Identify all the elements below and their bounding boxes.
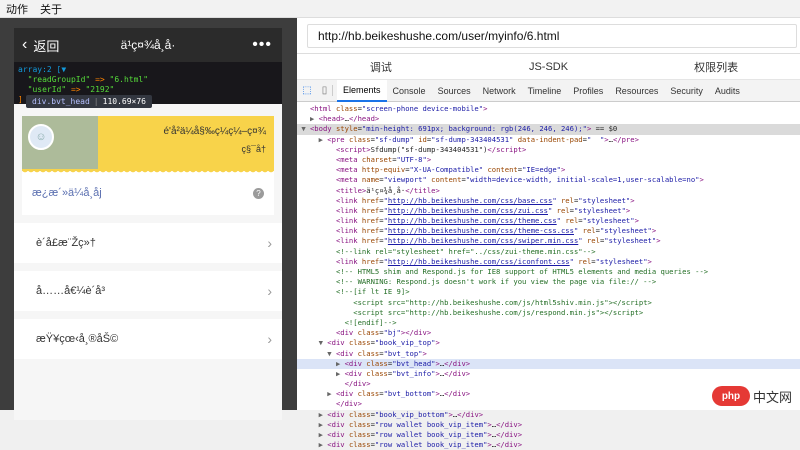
dom-node-line[interactable]: <!-- HTML5 shim and Respond.js for IE8 s… [297,267,800,277]
dom-node-line[interactable]: <!-- WARNING: Respond.js doesn't work if… [297,277,800,287]
dom-node-line[interactable]: <link href="http://hb.beikeshushe.com/cs… [297,206,800,216]
list-item[interactable]: æŸ¥çœ‹å¸®åŠ© › [14,319,282,359]
tab-permissions[interactable]: 权限列表 [632,59,800,75]
tab-elements[interactable]: Elements [337,79,387,102]
dom-node-line[interactable]: <script src="http://hb.beikeshushe.com/j… [297,298,800,308]
dom-node-line[interactable]: <link href="http://hb.beikeshushe.com/cs… [297,196,800,206]
tab-security[interactable]: Security [664,80,709,102]
tab-audits[interactable]: Audits [709,80,746,102]
tooltip-size: 110.69×76 [102,97,146,106]
top-tabs: 调试 JS-SDK 权限列表 [297,54,800,80]
chevron-left-icon: ‹ [22,36,28,53]
dom-node-line[interactable]: <meta charset="UTF-8"> [297,155,800,165]
tab-sources[interactable]: Sources [432,80,477,102]
dom-node-line[interactable]: <html class="screen-phone device-mobile"… [297,104,800,114]
dom-node-line[interactable]: <link href="http://hb.beikeshushe.com/cs… [297,216,800,226]
tooltip-separator: | [93,97,99,106]
dom-node-line[interactable]: ▶ <pre class="sf-dump" id="sf-dump-34340… [297,135,800,145]
dom-node-line[interactable]: <link href="http://hb.beikeshushe.com/cs… [297,236,800,246]
dump-close: ] [18,95,23,104]
menu-bar: 动作 关于 [0,0,800,18]
tab-resources[interactable]: Resources [609,80,664,102]
dom-node-line[interactable]: ▶ <div class="bvt_head">…</div> [297,358,800,369]
element-inspect-tooltip: div.bvt_head | 110.69×76 [26,95,152,108]
back-button[interactable]: ‹ 返回 [14,36,59,55]
dom-node-line[interactable]: ▼ <div class="book_vip_top"> [297,338,800,348]
tab-js-sdk[interactable]: JS-SDK [465,61,633,73]
tab-debug[interactable]: 调试 [297,59,465,75]
list-item[interactable]: è´å£æ¨Žç»† › [14,223,282,263]
tab-timeline[interactable]: Timeline [522,80,568,102]
url-bar: http://hb.beikeshushe.com/user/myinfo/6.… [297,18,800,54]
dom-node-line[interactable]: <meta http-equiv="X-UA-Compatible" conte… [297,165,800,175]
phone-screen: ‹ 返回 ä¹ç¤¾å¸å· ••• array:2 [▼ "readGroup… [14,28,282,420]
dom-node-line[interactable]: <!--link rel="stylesheet" href="../css/z… [297,247,800,257]
dom-node-line[interactable]: ▶ <div class="row wallet book_vip_item">… [297,430,800,440]
dom-node-line[interactable]: ▶ <div class="book_vip_bottom">…</div> [297,410,800,420]
menu-item-about[interactable]: 关于 [34,1,68,17]
phone-simulator-area: ‹ 返回 ä¹ç¤¾å¸å· ••• array:2 [▼ "readGroup… [0,18,297,420]
tooltip-tag: div.bvt_head [32,97,90,106]
vip-activate-row[interactable]: æ¿æ´»ä¼å¸åj ? [22,171,274,215]
dom-node-line[interactable]: ▶ <div class="bvt_info">…</div> [297,369,800,379]
browser-panel: http://hb.beikeshushe.com/user/myinfo/6.… [297,18,800,449]
tab-console[interactable]: Console [387,80,432,102]
watermark: php 中文网 [711,386,792,406]
wave-divider [22,169,274,175]
chevron-right-icon: › [267,235,272,251]
list-item[interactable]: å……å€¼è´å³ › [14,271,282,311]
dump-key-1: "readGroupId" [27,75,91,84]
list-item-label: è´å£æ¨Žç»† [36,237,96,249]
dump-val-1: "6.html" [109,75,149,84]
vip-info-title: é'å²ä¼å§‰ç¼ç¼–ç¤¾ [163,126,266,137]
dom-node-line[interactable]: ▼ <body style="min-height: 691px; backgr… [297,124,800,135]
watermark-text: 中文网 [752,389,792,405]
dump-val-2: "2192" [85,85,115,94]
dump-header[interactable]: array:2 [▼ [18,65,66,74]
device-mode-icon[interactable]: ▯ [317,85,333,96]
dom-node-line[interactable]: <link href="http://hb.beikeshushe.com/cs… [297,226,800,236]
menu-item-action[interactable]: 动作 [0,1,34,17]
vip-top: ☺ é'å²ä¼å§‰ç¼ç¼–ç¤¾ ç§¯å† [22,116,274,175]
avatar[interactable]: ☺ [28,124,54,150]
dom-node-line[interactable]: <!--[if lt IE 9]> [297,287,800,297]
tab-profiles[interactable]: Profiles [567,80,609,102]
tab-network[interactable]: Network [477,80,522,102]
chevron-right-icon: › [267,283,272,299]
vip-info-points: ç§¯å† [241,144,267,154]
dom-node-line[interactable]: ▶ <div class="row wallet book_vip_item">… [297,440,800,450]
dom-node-line[interactable]: ▶ <div class="row wallet book_vip_item">… [297,420,800,430]
chevron-right-icon: › [267,331,272,347]
dom-node-line[interactable]: ▶ <head>…</head> [297,114,800,124]
list-item-label: å……å€¼è´å³ [36,285,106,297]
dom-node-line[interactable]: <meta name="viewport" content="width=dev… [297,175,800,185]
php-logo: php [711,386,750,406]
url-input[interactable]: http://hb.beikeshushe.com/user/myinfo/6.… [307,23,797,48]
vip-card: ☺ é'å²ä¼å§‰ç¼ç¼–ç¤¾ ç§¯å† æ¿æ´»ä¼å¸åj ? [22,116,274,215]
vip-activate-label: æ¿æ´»ä¼å¸åj [32,187,102,199]
devtools-tabbar: ⬚ ▯ Elements Console Sources Network Tim… [297,79,800,102]
dom-node-line[interactable]: <script src="http://hb.beikeshushe.com/j… [297,308,800,318]
dom-node-line[interactable]: <div class="bj"></div> [297,328,800,338]
dom-node-line[interactable]: <title>ä¹ç¤¾å¸å·</title> [297,186,800,196]
dump-key-2: "userId" [27,85,67,94]
dom-node-line[interactable]: <![endif]--> [297,318,800,328]
dom-node-line[interactable]: <link href="http://hb.beikeshushe.com/cs… [297,257,800,267]
help-icon[interactable]: ? [253,187,264,199]
more-icon[interactable]: ••• [252,36,282,54]
dom-node-line[interactable]: ▼ <div class="bvt_top"> [297,349,800,359]
dom-node-line[interactable]: <script>Sfdump("sf-dump-343404531")</scr… [297,145,800,155]
nav-bar: ‹ 返回 ä¹ç¤¾å¸å· ••• [14,28,282,62]
inspect-cursor-icon[interactable]: ⬚ [297,85,317,96]
vip-head-highlight: ☺ [22,116,98,171]
list-item-label: æŸ¥çœ‹å¸®åŠ© [36,333,119,345]
back-label: 返回 [33,38,60,54]
